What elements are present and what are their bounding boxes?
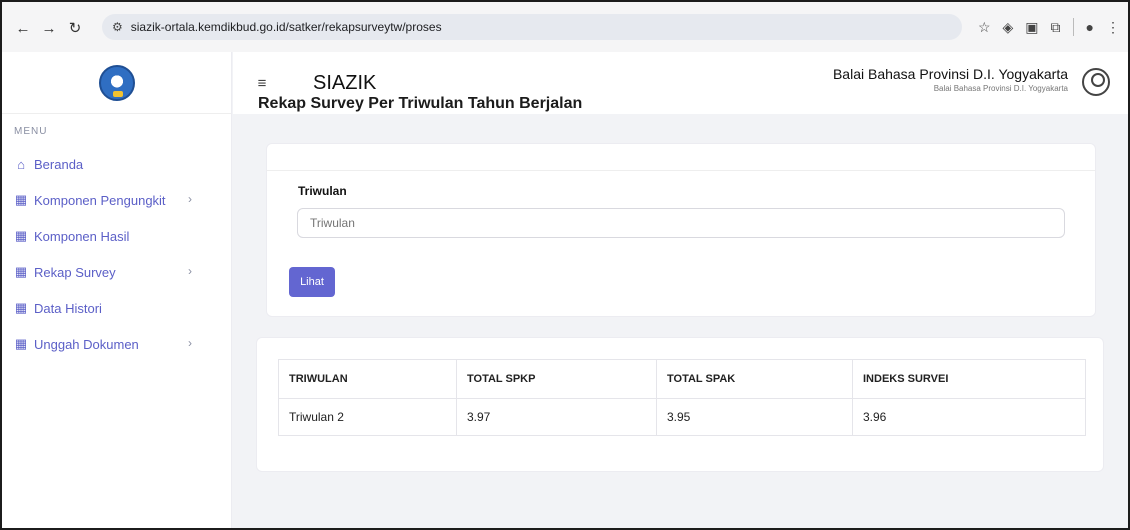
app-title: SIAZIK <box>313 72 377 94</box>
sidebar-item-rekap-survey[interactable]: ▦ Rekap Survey › <box>2 254 231 290</box>
cell-triwulan: Triwulan 2 <box>278 398 457 436</box>
page-title: Rekap Survey Per Triwulan Tahun Berjalan <box>258 95 583 112</box>
sidebar-item-label: Rekap Survey <box>34 264 116 280</box>
sidebar-item-komponen-pengungkit[interactable]: ▦ Komponen Pengungkit › <box>2 182 231 218</box>
extensions-puzzle-icon[interactable]: ⧉ <box>1051 19 1061 36</box>
forward-icon[interactable]: → <box>36 15 62 41</box>
notion-extension-icon[interactable]: ▣ <box>1025 19 1038 36</box>
logo-area <box>2 52 231 114</box>
bookmark-star-icon[interactable]: ☆ <box>978 19 991 36</box>
url-bar[interactable]: ⚙ siazik-ortala.kemdikbud.go.id/satker/r… <box>102 14 962 40</box>
grid-icon: ▦ <box>14 300 28 315</box>
browser-chrome: ← → ↻ ⚙ siazik-ortala.kemdikbud.go.id/sa… <box>0 0 1130 56</box>
column-header-triwulan: TRIWULAN <box>278 359 457 399</box>
url-text: siazik-ortala.kemdikbud.go.id/satker/rek… <box>130 20 442 34</box>
menu-title: MENU <box>14 126 48 137</box>
sidebar: MENU ⌂ Beranda ▦ Komponen Pengungkit › ▦… <box>2 52 232 528</box>
toolbar-divider <box>1072 18 1074 36</box>
hamburger-menu-icon[interactable]: ≡ <box>251 72 273 94</box>
user-info: Balai Bahasa Provinsi D.I. Yogyakarta Ba… <box>833 66 1068 93</box>
grid-icon: ▦ <box>14 192 28 207</box>
kebab-menu-icon[interactable]: ⋮ <box>1106 19 1120 36</box>
user-subtitle: Balai Bahasa Provinsi D.I. Yogyakarta <box>933 84 1068 93</box>
sidebar-item-label: Komponen Hasil <box>34 228 130 244</box>
browser-toolbar-icons: ☆ ◈ ▣ ⧉ ● ⋮ <box>978 14 1120 40</box>
column-header-indeks-survei: INDEKS SURVEI <box>852 359 1086 399</box>
user-avatar-icon[interactable] <box>1082 68 1110 96</box>
sidebar-item-label: Data Histori <box>34 300 102 316</box>
card-divider <box>267 170 1095 171</box>
results-card: TRIWULAN TOTAL SPKP TOTAL SPAK INDEKS SU… <box>256 337 1104 472</box>
grid-icon: ▦ <box>14 228 28 243</box>
filter-card: Triwulan Lihat <box>266 143 1096 317</box>
table-row: Triwulan 2 3.97 3.95 3.96 <box>278 398 1086 436</box>
site-settings-icon[interactable]: ⚙ <box>112 20 123 34</box>
grid-icon: ▦ <box>14 336 28 351</box>
chevron-right-icon: › <box>188 192 192 206</box>
sidebar-item-data-histori[interactable]: ▦ Data Histori <box>2 290 231 326</box>
column-header-total-spak: TOTAL SPAK <box>656 359 853 399</box>
table-header-row: TRIWULAN TOTAL SPKP TOTAL SPAK INDEKS SU… <box>278 359 1086 399</box>
lihat-button[interactable]: Lihat <box>289 267 335 297</box>
sidebar-item-label: Unggah Dokumen <box>34 336 139 352</box>
grid-icon: ▦ <box>14 264 28 279</box>
kemdikbud-logo[interactable] <box>98 64 135 101</box>
triwulan-input[interactable] <box>297 208 1065 238</box>
user-name: Balai Bahasa Provinsi D.I. Yogyakarta <box>832 66 1068 82</box>
chevron-right-icon: › <box>188 336 192 350</box>
results-table: TRIWULAN TOTAL SPKP TOTAL SPAK INDEKS SU… <box>278 359 1086 436</box>
sidebar-item-komponen-hasil[interactable]: ▦ Komponen Hasil <box>2 218 231 254</box>
chevron-right-icon: › <box>188 264 192 278</box>
cell-indeks-survei: 3.96 <box>852 398 1086 436</box>
back-icon[interactable]: ← <box>10 15 36 41</box>
profile-icon[interactable]: ● <box>1086 19 1094 35</box>
home-icon: ⌂ <box>17 156 25 172</box>
cell-total-spkp: 3.97 <box>456 398 657 436</box>
reload-icon[interactable]: ↻ <box>62 15 88 41</box>
column-header-total-spkp: TOTAL SPKP <box>456 359 657 399</box>
sidebar-item-unggah-dokumen[interactable]: ▦ Unggah Dokumen › <box>2 326 231 362</box>
triwulan-label: Triwulan <box>298 184 347 198</box>
sidebar-item-label: Beranda <box>34 156 84 172</box>
sidebar-item-beranda[interactable]: ⌂ Beranda <box>2 146 231 182</box>
sidebar-item-label: Komponen Pengungkit <box>34 192 166 208</box>
extension-icon[interactable]: ◈ <box>1003 19 1014 36</box>
cell-total-spak: 3.95 <box>656 398 853 436</box>
